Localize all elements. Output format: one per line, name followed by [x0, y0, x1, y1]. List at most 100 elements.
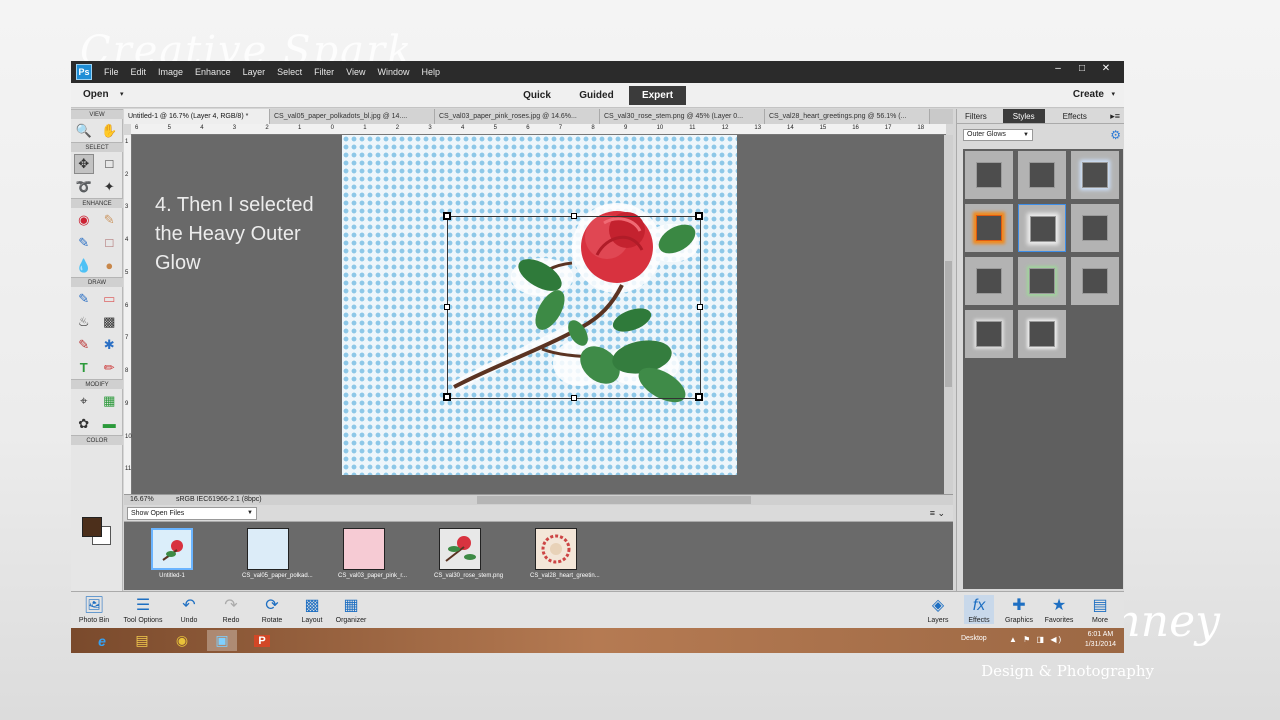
doc-tab-untitled[interactable]: Untitled-1 @ 16.7% (Layer 4, RGB/8) *: [124, 109, 270, 124]
tab-guided[interactable]: Guided: [574, 86, 619, 105]
show-open-files-dropdown[interactable]: Show Open Files ▼: [127, 507, 257, 520]
transform-handle-top[interactable]: [571, 213, 577, 219]
bin-item-pink-roses[interactable]: CS_val03_paper_pink_r...: [338, 528, 407, 579]
style-outer-glow-8[interactable]: [1018, 257, 1066, 305]
pencil-tool-icon[interactable]: ✏: [99, 358, 119, 378]
bin-item-rose-stem[interactable]: CS_val30_rose_stem.png: [434, 528, 503, 579]
zoom-tool-icon[interactable]: 🔍: [74, 121, 94, 141]
gear-icon[interactable]: ⚙: [1110, 128, 1121, 142]
style-heavy-outer-glow[interactable]: [1018, 204, 1066, 252]
recompose-tool-icon[interactable]: ▦: [99, 391, 119, 411]
transform-bounding-box[interactable]: [443, 212, 703, 401]
chrome-icon[interactable]: ◉: [167, 630, 197, 651]
menu-image[interactable]: Image: [152, 67, 189, 77]
close-button[interactable]: ✕: [1094, 63, 1118, 75]
foreground-color-swatch[interactable]: [82, 517, 102, 537]
menu-enhance[interactable]: Enhance: [189, 67, 237, 77]
minimize-button[interactable]: –: [1046, 63, 1070, 75]
menu-select[interactable]: Select: [271, 67, 308, 77]
custom-shape-tool-icon[interactable]: ✱: [99, 335, 119, 355]
marquee-tool-icon[interactable]: □: [99, 154, 119, 174]
bin-item-heart-greetings[interactable]: CS_val28_heart_greetin...: [530, 528, 600, 579]
style-category-dropdown[interactable]: Outer Glows ▼: [963, 129, 1033, 141]
rotate-button[interactable]: ⟳ Rotate: [257, 595, 287, 624]
paint-bucket-tool-icon[interactable]: ♨: [74, 312, 94, 332]
style-outer-glow-9[interactable]: [1071, 257, 1119, 305]
open-button[interactable]: Open: [83, 89, 109, 100]
tab-expert[interactable]: Expert: [629, 86, 686, 105]
graphics-button[interactable]: ✚ Graphics: [1002, 595, 1036, 624]
open-caret-icon[interactable]: ▾: [120, 90, 124, 98]
eyedropper-tool-icon[interactable]: ✎: [74, 335, 94, 355]
style-outer-glow-3[interactable]: [1071, 151, 1119, 199]
photo-bin-button[interactable]: 🖼 Photo Bin: [77, 595, 111, 624]
bin-menu-icon[interactable]: ≡ ⌄: [930, 508, 945, 519]
bin-item-polkadots[interactable]: CS_val05_paper_polkad...: [242, 528, 313, 579]
crop-tool-icon[interactable]: ⌖: [74, 391, 94, 411]
more-button[interactable]: ▤ More: [1085, 595, 1115, 624]
transform-handle-bottom-right[interactable]: [695, 393, 703, 401]
lasso-tool-icon[interactable]: ➰: [74, 177, 94, 197]
menu-filter[interactable]: Filter: [308, 67, 340, 77]
blur-tool-icon[interactable]: 💧: [74, 256, 94, 276]
layers-button[interactable]: ◈ Layers: [924, 595, 952, 624]
style-outer-glow-4[interactable]: [965, 204, 1013, 252]
transform-handle-right[interactable]: [697, 304, 703, 310]
tab-filters[interactable]: Filters: [957, 109, 995, 123]
favorites-button[interactable]: ★ Favorites: [1042, 595, 1076, 624]
smart-brush-tool-icon[interactable]: ✎: [74, 233, 94, 253]
menu-view[interactable]: View: [340, 67, 371, 77]
clock[interactable]: 6:01 AM 1/31/2014: [1085, 630, 1116, 650]
menu-edit[interactable]: Edit: [125, 67, 153, 77]
tab-quick[interactable]: Quick: [518, 86, 556, 105]
horizontal-scroll-thumb[interactable]: [477, 496, 751, 504]
brush-tool-icon[interactable]: ✎: [74, 289, 94, 309]
system-tray-icons[interactable]: ▲ ⚑ ◨ ◀): [1009, 635, 1063, 644]
style-outer-glow-7[interactable]: [965, 257, 1013, 305]
red-eye-tool-icon[interactable]: ◉: [74, 210, 94, 230]
document-canvas[interactable]: [342, 135, 737, 475]
zoom-level[interactable]: 16.67%: [130, 496, 154, 503]
transform-handle-top-left[interactable]: [443, 212, 451, 220]
menu-layer[interactable]: Layer: [237, 67, 272, 77]
create-caret-icon[interactable]: ▾: [1111, 90, 1115, 98]
style-outer-glow-2[interactable]: [1018, 151, 1066, 199]
content-aware-move-tool-icon[interactable]: ✿: [74, 414, 94, 434]
tool-options-button[interactable]: ☰ Tool Options: [119, 595, 167, 624]
style-outer-glow-1[interactable]: [965, 151, 1013, 199]
bin-item-untitled[interactable]: Untitled-1: [146, 528, 198, 579]
menu-file[interactable]: File: [98, 67, 125, 77]
move-tool-icon[interactable]: ✥: [73, 153, 94, 174]
doc-tab-heart-greetings[interactable]: CS_val28_heart_greetings.png @ 56.1% (..…: [765, 109, 930, 124]
vertical-scroll-thumb[interactable]: [945, 261, 952, 387]
create-button[interactable]: Create: [1073, 89, 1104, 100]
doc-tab-pink-roses[interactable]: CS_val03_paper_pink_roses.jpg @ 14.6%...: [435, 109, 600, 124]
doc-tab-polkadots[interactable]: CS_val05_paper_polkadots_bl.jpg @ 14....: [270, 109, 435, 124]
style-outer-glow-11[interactable]: [1018, 310, 1066, 358]
canvas-area[interactable]: 4. Then I selected the Heavy Outer Glow: [132, 135, 944, 494]
panel-menu-icon[interactable]: ▸≡: [1110, 109, 1120, 124]
redo-button[interactable]: ↷ Redo: [217, 595, 245, 624]
menu-help[interactable]: Help: [415, 67, 446, 77]
spot-healing-tool-icon[interactable]: ✎: [99, 210, 119, 230]
transform-handle-top-right[interactable]: [695, 212, 703, 220]
eraser-tool-icon[interactable]: ▭: [99, 289, 119, 309]
internet-explorer-icon[interactable]: e: [87, 630, 117, 651]
powerpoint-icon[interactable]: P: [247, 630, 277, 651]
desktop-toolbar-label[interactable]: Desktop: [961, 635, 987, 642]
file-explorer-icon[interactable]: ▤: [127, 630, 157, 651]
style-outer-glow-6[interactable]: [1071, 204, 1119, 252]
layout-button[interactable]: ▩ Layout: [297, 595, 327, 624]
quick-selection-tool-icon[interactable]: ✦: [99, 177, 119, 197]
straighten-tool-icon[interactable]: ▬: [99, 414, 119, 434]
transform-handle-bottom[interactable]: [571, 395, 577, 401]
doc-tab-rose-stem[interactable]: CS_val30_rose_stem.png @ 45% (Layer 0...: [600, 109, 765, 124]
undo-button[interactable]: ↶ Undo: [175, 595, 203, 624]
transform-handle-bottom-left[interactable]: [443, 393, 451, 401]
clone-stamp-tool-icon[interactable]: □: [99, 233, 119, 253]
tab-styles[interactable]: Styles: [1002, 109, 1045, 123]
type-tool-icon[interactable]: T: [74, 358, 94, 378]
menu-window[interactable]: Window: [371, 67, 415, 77]
style-outer-glow-10[interactable]: [965, 310, 1013, 358]
effects-button[interactable]: fx Effects: [964, 595, 994, 624]
